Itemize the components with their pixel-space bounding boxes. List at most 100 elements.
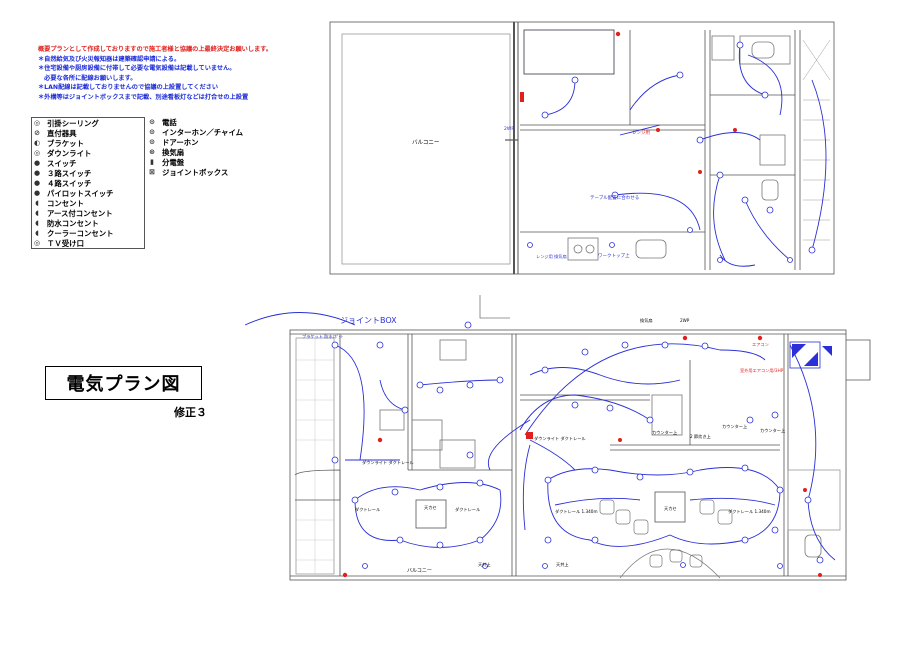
duct-rail-label: ダクトレール — [355, 506, 380, 513]
worktop-label: ワークトップ上 — [598, 252, 630, 259]
range-hood-label: レンジ用 換気扇 — [536, 253, 567, 260]
counter-label: カウンター上 — [760, 427, 785, 434]
outlet-icon — [687, 227, 693, 233]
fan-left-label: 天カセ — [424, 505, 437, 511]
outlet-icon — [787, 257, 793, 263]
downlight-icon — [701, 342, 709, 350]
duct-rail-label: ダクトレール 1.340m — [555, 508, 598, 515]
ceiling-label: 天井上 — [556, 561, 569, 568]
downlight-icon — [606, 404, 614, 412]
junction-box-icon — [526, 432, 533, 439]
counter-label: カウンター上 — [652, 429, 677, 436]
ventilation-fan-icon — [618, 438, 622, 442]
downlight-icon — [476, 536, 484, 544]
downlight-icon — [636, 473, 644, 481]
duct-rail-label: ダクトレール — [455, 506, 480, 513]
range-use-label: レンジ用 — [632, 130, 650, 136]
downlight-icon — [581, 348, 589, 356]
ventilation-fan-icon — [698, 170, 702, 174]
upper-red-marks — [520, 31, 737, 174]
downlight-icon — [661, 341, 669, 349]
downlight-icon — [808, 246, 816, 254]
ventilation-fan-icon — [757, 335, 763, 341]
toilet — [761, 179, 779, 201]
downlight-icon — [416, 381, 424, 389]
downlight-icon — [351, 496, 359, 504]
stair-hatch — [802, 39, 831, 241]
lower-toilet — [804, 534, 822, 558]
ventilation-fan-icon — [682, 335, 688, 341]
downlight-icon — [396, 536, 404, 544]
balcony-area — [341, 33, 511, 265]
ventilation-fan-icon — [342, 572, 348, 578]
sink — [635, 239, 667, 259]
upper-fixtures — [527, 41, 816, 263]
downlight-icon — [466, 451, 474, 459]
kitchen-sink — [411, 419, 443, 451]
joint-box-label: ジョイントBOX — [340, 316, 397, 325]
downlight-icon — [741, 464, 749, 472]
downlight-icon — [571, 76, 579, 84]
downlight-icon — [544, 476, 552, 484]
ventilation-fan-icon — [377, 437, 383, 443]
downlight-icon — [771, 526, 779, 534]
downlight-icon — [686, 468, 694, 476]
ventilation-fan-icon — [656, 128, 660, 132]
ventilation-fan-icon — [615, 31, 621, 37]
downlight-icon — [816, 556, 824, 564]
downlight-icon — [476, 479, 484, 487]
outlet-icon — [362, 563, 368, 569]
downlight-icon — [741, 196, 749, 204]
two-wp-lower-label: 2WP — [680, 318, 690, 323]
downlight-icon — [376, 341, 384, 349]
downlight-icon — [436, 541, 444, 549]
distribution-board-icon — [789, 341, 832, 369]
downlight-duct-label: ダウンライト ダクトレール — [534, 435, 586, 442]
upper-storage — [523, 29, 615, 75]
bracket-icon — [331, 341, 339, 349]
outlet-icon — [542, 563, 548, 569]
duct-rail-label: ダクトレール 1.340m — [728, 508, 771, 515]
downlight-icon — [761, 91, 769, 99]
downlight-icon — [621, 341, 629, 349]
upper-wiring — [544, 44, 827, 267]
kitchen-hood-label: 換気扇 — [640, 317, 653, 324]
outlet-icon — [609, 242, 615, 248]
downlight-icon — [804, 496, 812, 504]
downlight-icon — [776, 486, 784, 494]
balcony-lower-label: バルコニー — [407, 568, 432, 574]
downlight-icon — [571, 401, 579, 409]
downlight-icon — [436, 386, 444, 394]
downlight-icon — [436, 483, 444, 491]
stove — [567, 237, 599, 261]
ac-label: エアコン — [752, 342, 769, 348]
outlet-icon — [527, 242, 533, 248]
downlight-icon — [736, 41, 744, 49]
floor-plan-drawing: バルコニー 2WP レンジ用 テーブル配置に合わせる ワークトップ上 レンジ用 … — [244, 21, 871, 581]
downlight-icon — [541, 366, 549, 374]
fan-right-label: 天カセ — [664, 506, 677, 512]
downlight-icon — [591, 536, 599, 544]
two-wp-label: 2WP — [504, 126, 514, 132]
downlight-icon — [391, 488, 399, 496]
ceiling-label: 天井上 — [478, 561, 491, 568]
downlight-icon — [496, 376, 504, 384]
counter-label: カウンター上 — [722, 423, 747, 430]
bracket-label: ブラケット 防水ｽﾎﾟｯﾄ — [302, 333, 343, 340]
downlight-icon — [541, 111, 549, 119]
downlight-icon — [401, 406, 409, 414]
downlight-icon — [716, 171, 724, 179]
ventilation-fan-icon — [818, 573, 822, 577]
downlight-icon — [771, 411, 779, 419]
outlet-icon — [777, 563, 783, 569]
ac-outdoor-label: 室外用エアコン用/3HP — [740, 367, 784, 374]
table-note-label: テーブル配置に合わせる — [590, 194, 639, 201]
outdoor-light-icon — [464, 321, 472, 329]
downlight-icon — [746, 416, 754, 424]
bath-unit — [739, 35, 791, 65]
downlight-icon — [591, 466, 599, 474]
downlight-icon — [766, 206, 774, 214]
downlight-icon — [646, 416, 654, 424]
counter-seating — [599, 499, 733, 579]
downlight-icon — [466, 381, 474, 389]
